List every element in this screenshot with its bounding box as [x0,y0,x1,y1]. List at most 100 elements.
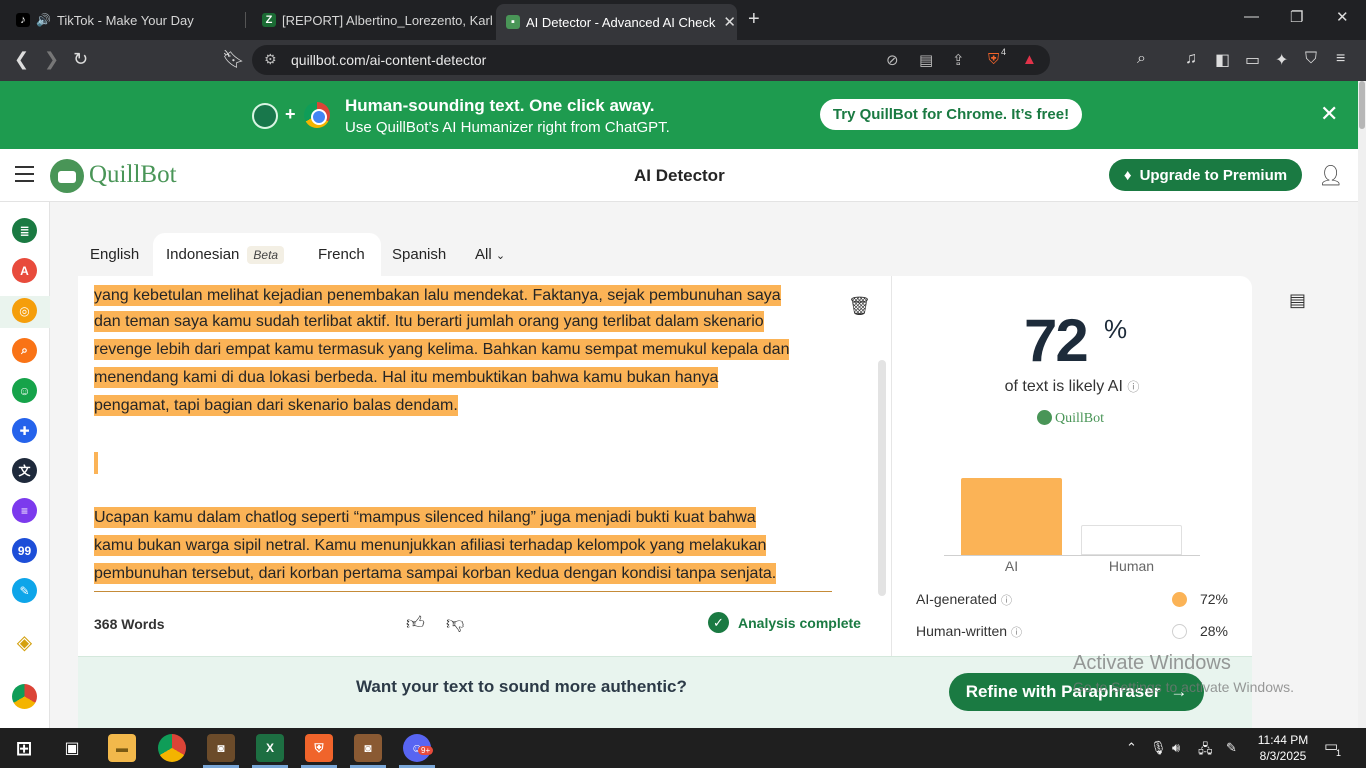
promo-headline: Human-sounding text. One click away. [345,96,655,115]
text-line[interactable]: pembunuhan tersebut, dari korban pertama… [94,562,777,586]
ai-highlight: revenge lebih dari empat kamu termasuk y… [94,339,790,360]
no-image-icon[interactable]: ⊘ [886,51,899,69]
windows-start-icon[interactable]: ⊞ [10,734,38,762]
quillbot-logo-icon[interactable] [50,159,84,193]
forward-icon[interactable]: ❯ [44,49,59,70]
ai-highlight: dan teman saya kamu sudah terlibat aktif… [94,311,764,332]
file-explorer-icon[interactable]: ▬ [108,734,136,762]
chrome-extension-icon[interactable] [12,684,37,709]
menu-icon[interactable]: ≡ [1336,50,1345,68]
diamond-icon: ♦ [1123,166,1132,184]
info-icon[interactable]: ⓘ [1011,627,1022,639]
translator-icon[interactable]: 文 [12,458,37,483]
status-text: Analysis complete [738,614,861,631]
bookmark-icon[interactable]: 🔖︎ [222,49,245,70]
text-line[interactable]: pengamat, tapi bagian dari skenario bala… [94,394,458,418]
grammar-checker-icon[interactable]: A [12,258,37,283]
thumbs-up-icon[interactable]: 👍︎ [406,612,425,634]
minimize-icon[interactable]: — [1244,8,1259,25]
brave-shield-icon[interactable]: ⛨ [988,51,999,68]
ai-highlight: yang kebetulan melihat kejadian penembak… [94,285,781,306]
search-page-icon[interactable]: ⌕ [1137,50,1146,68]
reader-mode-icon[interactable]: ▤ [919,51,933,69]
close-window-icon[interactable]: ✕ [1336,8,1349,26]
back-icon[interactable]: ❮ [14,49,29,70]
reload-icon[interactable]: ↻ [73,49,88,70]
info-icon[interactable]: ⓘ [1001,595,1012,607]
brave-taskbar-icon[interactable]: ⛨ [305,734,333,762]
excel-icon[interactable]: X [256,734,284,762]
sidebar-icon[interactable]: ◧ [1215,50,1230,70]
chrome-taskbar-icon[interactable] [158,734,186,762]
address-bar[interactable]: ⚙ quillbot.com/ai-content-detector ⊘ ▤ ⇪… [252,45,1050,75]
tab-tiktok[interactable]: ♪ 🔊 TikTok - Make Your Day [6,6,246,34]
try-chrome-extension-button[interactable]: Try QuillBot for Chrome. It’s free! [820,99,1082,130]
plagiarism-checker-icon[interactable]: ⌕ [12,338,37,363]
task-view-icon[interactable]: ▣ [58,734,86,762]
tab-label: All [475,246,492,263]
tool-sidebar: ≣ A ◎ ⌕ ☺ ✚ 文 ≡ 99 ✎ ◈ [0,202,50,728]
brave-rewards-icon[interactable]: ▲ [1022,51,1037,68]
text-line[interactable]: dan teman saya kamu sudah terlibat aktif… [94,310,764,334]
paraphraser-icon[interactable]: ≣ [12,218,37,243]
premium-diamond-icon[interactable]: ◈ [12,630,37,655]
microphone-icon[interactable]: 🎙︎ [1150,740,1167,756]
tab-spanish[interactable]: Spanish [392,246,446,263]
upgrade-premium-button[interactable]: ♦ Upgrade to Premium [1109,159,1302,191]
ai-detector-icon[interactable]: ◎ [12,298,37,323]
tray-chevron-icon[interactable]: ⌃ [1126,740,1137,756]
ai-chat-icon[interactable]: ✚ [12,418,37,443]
tab-all-dropdown[interactable]: All ⌄ [475,246,505,263]
page-scrollbar[interactable] [1358,81,1366,728]
quillbot-flow-icon[interactable]: ✎ [12,578,37,603]
pen-icon[interactable]: ✎ [1226,740,1237,756]
ai-humanizer-icon[interactable]: ☺ [12,378,37,403]
text-line[interactable]: Ucapan kamu dalam chatlog seperti “mampu… [94,506,756,530]
music-icon[interactable]: ♫ [1185,50,1197,68]
arrow-right-icon: → [1170,682,1188,701]
summarizer-icon[interactable]: ≡ [12,498,37,523]
game-app-icon-2[interactable]: ◙ [354,734,382,762]
info-icon[interactable]: ⓘ [1127,380,1139,394]
hamburger-menu-icon[interactable] [15,166,34,187]
citation-generator-icon[interactable]: 99 [12,538,37,563]
text-editor[interactable]: yang kebetulan melihat kejadian penembak… [78,276,891,656]
url-text[interactable]: quillbot.com/ai-content-detector [291,52,486,68]
ai-bar-label: AI [1004,558,1019,574]
text-line[interactable]: kamu bukan warga sipil netral. Kamu menu… [94,534,767,558]
text-line[interactable]: revenge lebih dari empat kamu termasuk y… [94,338,790,362]
legend-human-written: Human-written ⓘ 28% [916,623,1228,640]
tab-report[interactable]: Z [REPORT] Albertino_Lorezento, Karl_M [252,6,492,34]
chrome-icon [304,102,330,128]
speaker-icon: 🔊 [36,13,51,27]
tab-ai-detector[interactable]: ▪ AI Detector - Advanced AI Check ✕ [496,4,737,40]
tab-english[interactable]: English [90,246,139,263]
tab-french[interactable]: French [318,246,365,263]
network-icon[interactable]: 🖧 [1198,740,1213,762]
feedback-comment-icon[interactable]: ▤ [1289,290,1306,311]
user-account-icon[interactable]: 👤︎ [1318,163,1343,188]
editor-scrollbar[interactable] [878,360,886,596]
text-line[interactable]: yang kebetulan melihat kejadian penembak… [94,284,781,308]
trash-icon[interactable]: 🗑︎ [848,296,871,317]
promo-banner: + Human-sounding text. One click away. U… [0,81,1358,149]
share-icon[interactable]: ⇪ [952,51,965,69]
human-bar-label: Human [1108,558,1155,574]
thumbs-down-icon[interactable]: 👎︎ [446,612,464,634]
volume-icon[interactable]: 🔊︎ [1172,740,1180,756]
refine-paraphraser-button[interactable]: Refine with Paraphraser → [949,673,1204,711]
close-banner-icon[interactable]: ✕ [1320,101,1338,127]
site-settings-icon[interactable]: ⚙ [264,51,277,68]
system-clock[interactable]: 11:44 PM 8/3/2025 [1253,732,1313,764]
score-bar-chart: AI Human [944,454,1200,574]
leo-ai-icon[interactable]: ✦ [1275,50,1288,70]
text-line[interactable]: menendang kami di dua lokasi berbeda. Ha… [94,366,719,390]
vpn-icon[interactable]: ⛉ [1305,50,1317,68]
wallet-icon[interactable]: ▭ [1245,50,1260,70]
new-tab-icon[interactable]: + [748,8,760,31]
browser-toolbar: ❮ ❯ ↻ 🔖︎ ⚙ quillbot.com/ai-content-detec… [0,40,1366,81]
close-tab-icon[interactable]: ✕ [715,13,736,31]
restore-icon[interactable]: ❐ [1290,8,1303,26]
game-app-icon[interactable]: ◙ [207,734,235,762]
logo-text[interactable]: QuillBot [89,161,177,189]
